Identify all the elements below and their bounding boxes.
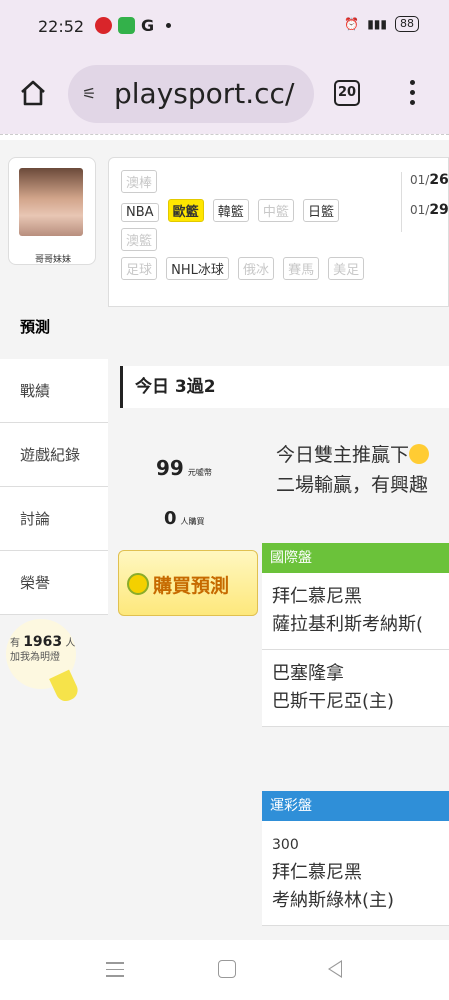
sidebar-item-honor[interactable]: 榮譽 [0,551,108,615]
date-item[interactable]: 01/26 [410,172,449,188]
league-tag[interactable]: 中籃 [257,199,294,222]
browser-toolbar: ⚟ playsport.cc/ 20 [0,56,449,134]
google-icon: G [141,16,155,35]
site-settings-icon[interactable]: ⚟ [82,84,96,103]
date-list: 01/26 01/29 [401,172,449,232]
app-notification-icon [95,17,112,34]
avatar[interactable] [19,168,83,236]
profile-name[interactable]: 哥哥妹妹 [9,252,97,265]
league-tag[interactable]: 美足 [328,257,365,280]
coin-badge-icon [127,573,149,595]
page-content: 哥哥妹妹 澳棒 NBA 歐籃 韓籃 中籃 日籃 澳籃 足球 NHL冰球 俄冰 賽… [0,140,449,940]
league-filter-panel: 澳棒 NBA 歐籃 韓籃 中籃 日籃 澳籃 足球 NHL冰球 俄冰 賽馬 美足 … [108,157,449,307]
prediction-note: 今日雙主推贏下 二場輸贏，有興趣 [276,444,430,496]
star-eyes-emoji-icon [409,444,430,464]
international-odds-card: 國際盤 拜仁慕尼黑 薩拉基利斯考納斯( 巴塞隆拿 巴斯干尼亞(主) [262,543,449,727]
today-header: 今日 3過2 [120,366,449,408]
recent-apps-icon[interactable] [106,962,124,978]
profile-card[interactable]: 哥哥妹妹 [8,157,96,265]
sidebar-item-discussion[interactable]: 討論 [0,487,108,551]
game-row[interactable]: 拜仁慕尼黑 薩拉基利斯考納斯( [262,573,449,650]
light-follow-widget[interactable]: 有 1963 人 加我為明燈 [0,615,108,735]
card-header: 國際盤 [262,543,449,573]
league-tag-selected[interactable]: 歐籃 [167,199,204,222]
league-tag[interactable]: 賽馬 [283,257,320,280]
sidebar-item-game-log[interactable]: 遊戲紀錄 [0,423,108,487]
status-bar: 22:52 G ⏰ ▮▮▮ 88 [0,0,449,56]
card-header: 運彩盤 [262,791,449,821]
signal-icon: ▮▮▮ [367,17,387,31]
league-tag[interactable]: NHL冰球 [166,257,229,280]
coin-price: 99 元噓幣 [156,456,212,480]
league-tag[interactable]: 足球 [121,257,158,280]
game-row[interactable]: 300 拜仁慕尼黑 考納斯綠林(主) [262,821,449,926]
buyer-count: 0 人購買 [164,508,205,529]
league-tag[interactable]: 日籃 [302,199,339,222]
app-notification-icon [118,17,135,34]
sidebar-menu: 預測 戰績 遊戲紀錄 討論 榮譽 [0,295,108,615]
league-tag[interactable]: NBA [121,203,159,222]
sidebar-item-record[interactable]: 戰績 [0,359,108,423]
league-tag[interactable]: 澳棒 [121,170,158,193]
league-tag[interactable]: 韓籃 [212,199,249,222]
back-icon[interactable] [328,960,342,978]
alarm-icon: ⏰ [344,17,360,31]
tab-switcher-button[interactable]: 20 [334,80,360,106]
more-notifications-icon [166,23,172,28]
home-nav-icon[interactable] [218,960,236,978]
sports-lottery-card: 運彩盤 300 拜仁慕尼黑 考納斯綠林(主) [262,791,449,926]
home-icon[interactable] [18,78,48,108]
battery-icon: 88 [395,16,419,32]
status-time: 22:52 [38,17,85,36]
sidebar-item-prediction[interactable]: 預測 [0,295,108,359]
address-bar[interactable]: ⚟ playsport.cc/ [68,65,314,123]
system-nav-bar [0,940,449,1000]
date-item[interactable]: 01/29 [410,202,449,218]
prediction-stats: 99 元噓幣 0 人購買 [120,410,260,550]
more-options-icon[interactable] [410,78,416,108]
light-count[interactable]: 有 1963 人 加我為明燈 [10,635,75,665]
league-tag[interactable]: 俄冰 [237,257,274,280]
league-tags: 澳棒 NBA 歐籃 韓籃 中籃 日籃 澳籃 足球 NHL冰球 俄冰 賽馬 美足 [119,167,389,283]
league-tag[interactable]: 澳籃 [121,228,158,251]
buy-prediction-button[interactable]: 購買預測 [118,550,258,616]
notification-icons: G [95,16,172,35]
url-text[interactable]: playsport.cc/ [114,77,310,110]
game-row[interactable]: 巴塞隆拿 巴斯干尼亞(主) [262,650,449,727]
system-icons: ⏰ ▮▮▮ 88 [344,16,419,32]
